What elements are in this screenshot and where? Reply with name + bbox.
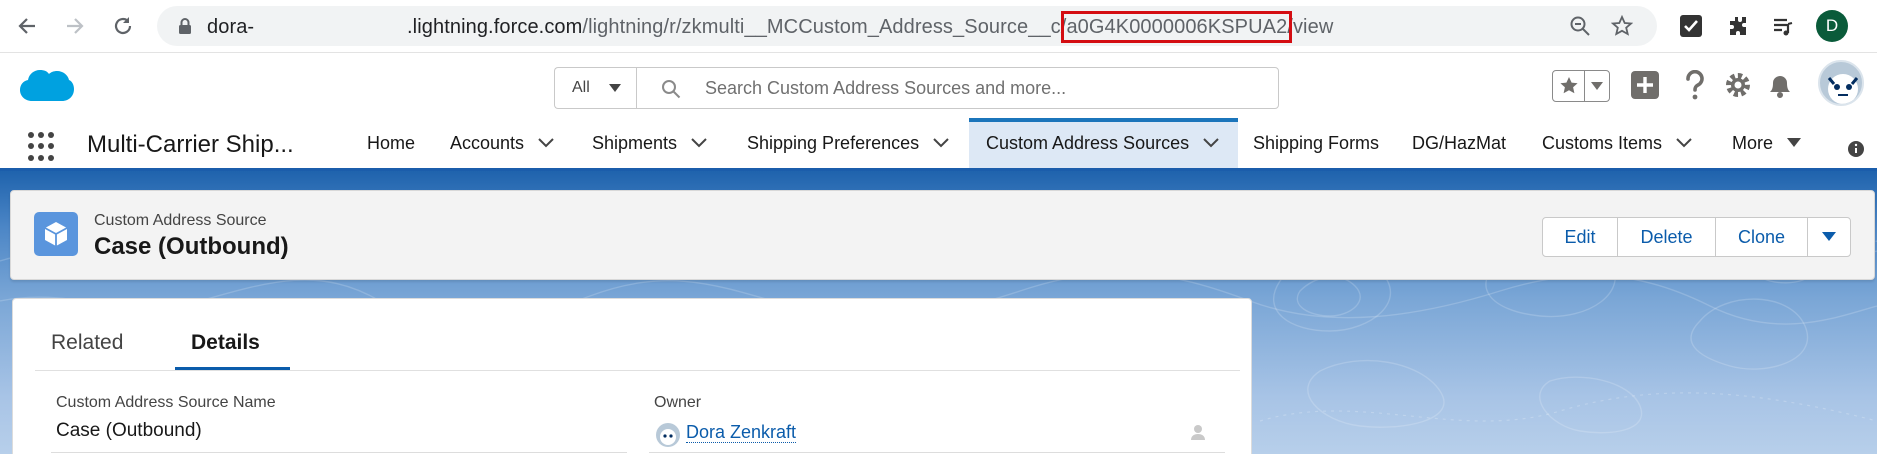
astro-avatar-icon [1827,74,1859,104]
record-object-label: Custom Address Source [94,212,267,229]
help-button[interactable] [1682,70,1708,100]
nav-item-label: Accounts [450,132,525,153]
url-host: .lightning.force.com [407,16,583,38]
nav-item-shipping-forms[interactable]: Shipping Forms [1253,118,1379,168]
bell-icon [1770,76,1790,98]
url-text: .lightning.force.com/lightning/r/zkmulti… [407,11,1334,43]
favorites-menu-button[interactable] [1585,71,1609,101]
nav-item-label: More [1732,132,1774,153]
record-actions: Edit Delete Clone [1542,217,1851,257]
reload-icon [114,17,132,35]
owner-link[interactable]: Dora Zenkraft [686,422,797,443]
app-navigation-bar: Multi-Carrier Ship... Home Accounts Ship… [0,118,1877,171]
media-queue-icon[interactable] [1769,12,1797,40]
caret-down-icon [1787,138,1802,147]
chevron-down-icon[interactable] [1203,138,1219,148]
field-divider [649,452,1225,453]
forward-button[interactable] [60,11,90,41]
salesforce-cloud-logo[interactable] [18,67,74,105]
field-label-owner: Owner [654,394,702,411]
global-header: All [0,53,1877,118]
bookmark-star-icon[interactable] [1611,15,1633,37]
owner-avatar [656,423,680,447]
favorites-button-group[interactable] [1552,70,1610,102]
back-arrow-icon [18,18,35,34]
tab-related[interactable]: Related [51,331,123,355]
info-icon[interactable] [1847,140,1865,158]
nav-item-label: Customs Items [1542,132,1663,153]
zoom-icon[interactable] [1569,15,1591,37]
nav-item-label: Home [367,132,416,153]
url-prefix: dora- [207,16,255,38]
url-path: /lightning/r/zkmulti__MCCustom_Address_S… [582,16,1067,38]
nav-item-dg-hazmat[interactable]: DG/HazMat [1412,118,1506,168]
lock-icon [179,18,191,34]
chevron-down-icon[interactable] [1676,138,1692,148]
astro-avatar-icon [660,429,676,445]
field-divider [51,452,627,453]
url-path-suffix: /view [1287,16,1334,38]
chevron-down-icon[interactable] [538,138,554,148]
search-scope-label: All [572,79,590,96]
field-value-name: Case (Outbound) [56,420,202,441]
puzzle-extension-icon[interactable] [1724,12,1752,40]
forward-arrow-icon [67,18,84,34]
plus-icon [1631,71,1659,99]
browser-toolbar: dora- .lightning.force.com/lightning/r/z… [0,0,1877,53]
cube-icon [44,222,68,246]
search-input[interactable] [705,76,1265,100]
clone-button[interactable]: Clone [1716,218,1808,256]
url-record-id-highlight: a0G4K0000006KSPUA2 [1061,11,1293,43]
owner-name[interactable]: Dora Zenkraft [686,422,797,443]
nav-item-custom-address-sources[interactable]: Custom Address Sources [969,118,1238,168]
checkbox-extension-icon[interactable] [1677,12,1705,40]
nav-item-label: Custom Address Sources [986,132,1190,153]
nav-item-customs-items[interactable]: Customs Items [1542,118,1692,168]
change-owner-icon[interactable] [1190,423,1208,441]
caret-down-icon [1822,232,1836,241]
record-title: Case (Outbound) [94,233,289,260]
edit-button[interactable]: Edit [1543,218,1618,256]
nav-item-accounts[interactable]: Accounts [450,118,554,168]
help-icon [1686,70,1704,100]
delete-button[interactable]: Delete [1618,218,1716,256]
reload-button[interactable] [108,11,138,41]
tab-divider [35,370,1240,371]
notifications-button[interactable] [1766,70,1794,100]
nav-item-home[interactable]: Home [367,118,415,168]
nav-item-label: Shipping Forms [1253,132,1380,153]
nav-item-more[interactable]: More [1732,118,1802,168]
chevron-down-icon[interactable] [933,138,949,148]
custom-object-icon [34,212,78,256]
nav-item-label: Shipping Preferences [747,132,920,153]
record-detail-card: Related Details Custom Address Source Na… [12,298,1252,454]
nav-item-shipping-preferences[interactable]: Shipping Preferences [747,118,949,168]
back-button[interactable] [12,11,42,41]
global-search[interactable] [636,67,1279,109]
gear-icon [1726,73,1750,97]
chevron-down-icon [1591,82,1603,90]
favorites-star-button[interactable] [1553,71,1585,101]
nav-item-label: Shipments [592,132,678,153]
browser-profile-avatar[interactable]: D [1816,10,1848,42]
user-avatar[interactable] [1818,60,1864,106]
nav-item-label: DG/HazMat [1412,132,1507,153]
setup-button[interactable] [1723,70,1753,100]
field-label-name: Custom Address Source Name [56,394,276,411]
chevron-down-icon [609,84,621,92]
star-icon [1559,77,1578,94]
record-highlights-panel: Custom Address Source Case (Outbound) Ed… [10,190,1875,280]
app-name: Multi-Carrier Ship... [87,131,294,158]
more-actions-button[interactable] [1808,218,1850,256]
app-launcher-icon[interactable] [28,132,58,162]
address-bar[interactable]: dora- .lightning.force.com/lightning/r/z… [157,6,1657,46]
search-icon [662,80,681,99]
nav-item-shipments[interactable]: Shipments [592,118,707,168]
search-scope-dropdown[interactable]: All [554,67,636,109]
tab-details[interactable]: Details [191,331,260,355]
chevron-down-icon[interactable] [691,138,707,148]
global-create-button[interactable] [1630,70,1660,100]
